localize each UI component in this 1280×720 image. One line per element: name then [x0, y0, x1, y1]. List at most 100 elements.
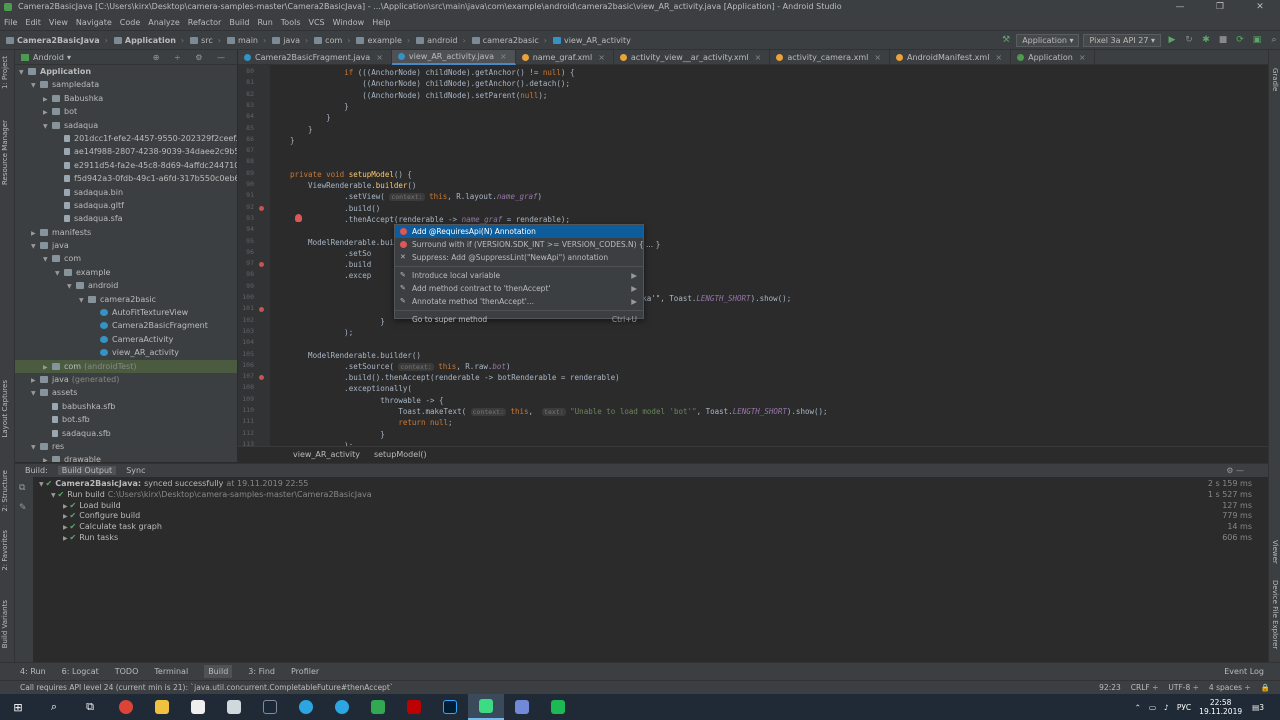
code-line[interactable]: ModelRenderable.builder() [290, 350, 421, 361]
telegram-icon[interactable] [288, 694, 324, 720]
tree-item[interactable]: ae14f988-2807-4238-9039-34daee2c9b5f.png [15, 145, 237, 158]
expand-arrow-icon[interactable]: ▼ [31, 240, 40, 253]
tree-item[interactable]: ▶ Babushka [15, 92, 237, 105]
code-line[interactable]: } [290, 101, 349, 112]
tray-up-icon[interactable]: ⌃ [1135, 703, 1141, 712]
tree-item[interactable]: ▶ bot [15, 105, 237, 118]
popup-item[interactable]: Go to super method Ctrl+U [395, 313, 643, 326]
build-row[interactable]: ▼ ✔ Run build C:\Users\kirx\Desktop\camera… [51, 490, 372, 499]
tree-item[interactable]: view_AR_activity [15, 346, 237, 359]
event-log-button[interactable]: Event Log [1224, 667, 1264, 676]
sync-icon[interactable]: ⟳ [1234, 34, 1246, 46]
breadcrumb-method[interactable]: setupModel() [374, 450, 427, 459]
menu-item-analyze[interactable]: Analyze [148, 18, 180, 27]
breadcrumb-item[interactable]: Camera2BasicJava › [6, 36, 108, 45]
tree-item[interactable]: ▶ com (androidTest) [15, 359, 237, 373]
stop-icon[interactable]: ■ [1217, 34, 1229, 46]
tree-item[interactable]: ▼ example [15, 266, 237, 279]
search-icon[interactable]: ⌕ [36, 694, 72, 720]
expand-arrow-icon[interactable]: ▼ [51, 492, 58, 499]
close-button[interactable]: ✕ [1240, 0, 1280, 14]
language-indicator[interactable]: РУС [1177, 703, 1191, 712]
menu-item-vcs[interactable]: VCS [309, 18, 325, 27]
left-tool-tab[interactable]: Layout Captures [1, 380, 9, 438]
expand-arrow-icon[interactable]: ▶ [63, 513, 70, 520]
tool-window-terminal[interactable]: Terminal [154, 667, 188, 676]
gear-icon[interactable]: ⚙ — [1222, 466, 1248, 475]
run-config-select[interactable]: Application ▾ [1016, 33, 1080, 47]
close-tab-icon[interactable]: × [500, 52, 507, 61]
debug-icon[interactable]: ✱ [1200, 34, 1212, 46]
popup-item[interactable]: ✎ Annotate method 'thenAccept'... ▶ [395, 295, 643, 308]
expand-arrow-icon[interactable]: ▼ [31, 441, 40, 454]
close-tab-icon[interactable]: × [376, 53, 383, 62]
tree-item[interactable]: ▼ camera2basic [15, 293, 237, 306]
right-tool-tab[interactable]: Device File Explorer [1271, 580, 1279, 649]
menu-item-view[interactable]: View [49, 18, 68, 27]
tree-item[interactable]: ▼ java [15, 239, 237, 252]
popup-item[interactable]: ✕ Suppress: Add @SuppressLint("NewApi") a… [395, 251, 643, 264]
filezilla-icon[interactable] [396, 694, 432, 720]
close-tab-icon[interactable]: × [598, 53, 605, 62]
tree-item[interactable]: ▶ java (generated) [15, 373, 237, 386]
code-line[interactable]: ((AnchorNode) childNode).setParent(null)… [290, 90, 547, 101]
code-line[interactable]: private void setupModel() { [290, 169, 412, 180]
code-line[interactable]: } [290, 124, 313, 135]
expand-arrow-icon[interactable]: ▶ [63, 535, 70, 542]
hammer-icon[interactable]: ⚒ [1000, 34, 1012, 46]
build-row[interactable]: ▶ ✔ Calculate task graph [63, 522, 162, 531]
left-tool-tab[interactable]: Resource Manager [1, 120, 9, 185]
editor-tab[interactable]: Application × [1011, 50, 1095, 65]
build-row[interactable]: ▼ ✔ Camera2BasicJava: synced successfully a… [39, 479, 308, 488]
tree-item[interactable]: ▼ sampledata [15, 78, 237, 91]
breakpoint-icon[interactable] [259, 307, 264, 313]
breadcrumb-item[interactable]: view_AR_activity [552, 36, 631, 45]
tree-item[interactable]: sadaqua.sfb [15, 427, 237, 440]
right-tool-tab[interactable]: Gradle [1271, 68, 1279, 91]
breadcrumb-item[interactable]: main › [227, 36, 266, 45]
pin-icon[interactable]: ✎ [19, 503, 27, 513]
menu-item-refactor[interactable]: Refactor [188, 18, 222, 27]
expand-arrow-icon[interactable]: ▶ [31, 374, 40, 387]
expand-arrow-icon[interactable]: ▶ [31, 227, 40, 240]
editor-tab[interactable]: activity_camera.xml × [770, 50, 891, 65]
code-line[interactable]: ViewRenderable.builder() [290, 180, 416, 191]
maximize-button[interactable]: ❐ [1200, 0, 1240, 14]
line-separator[interactable]: CRLF ÷ [1131, 683, 1159, 692]
tree-item[interactable]: ▼ Application [15, 65, 237, 78]
tree-item[interactable]: f5d942a3-0fdb-49c1-a6fd-317b550c0eb6.png [15, 172, 237, 185]
breakpoint-icon[interactable] [259, 262, 264, 268]
tree-item[interactable]: sadaqua.gltf [15, 199, 237, 212]
code-line[interactable]: } [290, 429, 385, 440]
breadcrumb-item[interactable]: src › [190, 36, 221, 45]
file-explorer-icon[interactable] [144, 694, 180, 720]
tree-item[interactable]: ▼ assets [15, 386, 237, 399]
device-select[interactable]: Pixel 3a API 27 ▾ [1083, 33, 1161, 47]
rerun-icon[interactable]: ↻ [1183, 34, 1195, 46]
editor-tab[interactable]: name_graf.xml × [516, 50, 614, 65]
popup-item[interactable]: Add @RequiresApi(N) Annotation [395, 225, 643, 238]
breadcrumb-item[interactable]: camera2basic › [471, 36, 547, 45]
expand-arrow-icon[interactable]: ▼ [43, 120, 52, 133]
app-icon-teal[interactable] [540, 694, 576, 720]
expand-arrow-icon[interactable]: ▶ [43, 93, 52, 106]
project-view-select[interactable]: Android [33, 53, 64, 62]
tab-build-output[interactable]: Build Output [57, 466, 117, 475]
editor-tab[interactable]: view_AR_activity.java × [391, 50, 516, 65]
expand-arrow-icon[interactable]: ▼ [19, 66, 28, 79]
code-line[interactable]: ); [290, 327, 353, 338]
left-tool-tab[interactable]: 2: Structure [1, 470, 9, 512]
cursor-position[interactable]: 92:23 [1099, 683, 1121, 692]
tree-item[interactable]: AutoFitTextureView [15, 306, 237, 319]
android-studio-taskbar-icon[interactable] [468, 694, 504, 720]
breadcrumb-item[interactable]: Application › [113, 36, 184, 45]
expand-arrow-icon[interactable]: ▶ [63, 503, 70, 510]
code-line[interactable]: .setSource( context: this, R.raw.bot) [290, 361, 510, 372]
build-row[interactable]: ▶ ✔ Configure build [63, 511, 140, 520]
menu-item-run[interactable]: Run [257, 18, 272, 27]
tree-item[interactable]: e2911d54-fa2e-45c8-8d69-4affdc244710.png [15, 159, 237, 172]
close-tab-icon[interactable]: × [874, 53, 881, 62]
editor-tab[interactable]: AndroidManifest.xml × [890, 50, 1012, 65]
code-line[interactable]: .setView( context: this, R.layout.name_g… [290, 191, 542, 202]
tool-window-todo[interactable]: TODO [115, 667, 139, 676]
